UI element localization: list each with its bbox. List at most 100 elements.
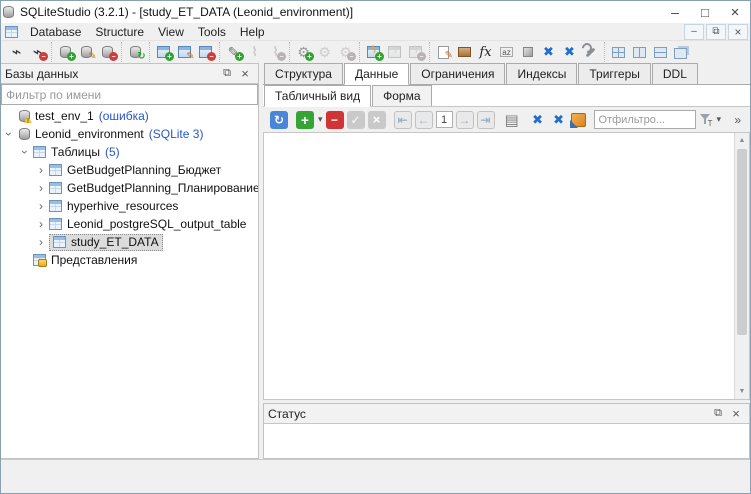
- subtab-Форма[interactable]: Форма: [372, 85, 431, 106]
- data-toolbar-group: [525, 111, 590, 129]
- tree-item-GetBudgetPlanning_Бюджет[interactable]: › GetBudgetPlanning_Бюджет: [1, 161, 258, 179]
- menu-bar: DatabaseStructureViewToolsHelp: [1, 23, 750, 41]
- mdi-restore-button[interactable]: [706, 24, 726, 40]
- remove-database-icon[interactable]: [97, 42, 118, 62]
- tree-item-GetBudgetPlanning_Планированиебюджета[interactable]: ›GetBudgetPlanning_Планированиебюджета: [1, 179, 258, 197]
- detach-icon[interactable]: [265, 42, 286, 62]
- menu-view[interactable]: View: [151, 24, 191, 40]
- filter-funnel-icon[interactable]: [699, 112, 713, 128]
- tree-item-Таблицы[interactable]: ›Таблицы(5): [1, 143, 258, 161]
- tree-item-Leonid_environment[interactable]: ›Leonid_environment(SQLite 3): [1, 125, 258, 143]
- mdi-close-button[interactable]: [728, 24, 748, 40]
- status-close-icon[interactable]: [727, 406, 745, 422]
- fit-columns-icon[interactable]: [529, 111, 547, 129]
- add-function-icon[interactable]: [293, 42, 314, 62]
- toolbar-overflow-icon[interactable]: »: [728, 113, 747, 127]
- insert-row-icon-dropdown-icon[interactable]: ▾: [318, 114, 323, 125]
- tree-expander-icon[interactable]: ›: [2, 126, 16, 142]
- commit-icon[interactable]: [347, 111, 365, 129]
- tab-Ограничения[interactable]: Ограничения: [410, 63, 505, 84]
- tab-Структура[interactable]: Структура: [264, 63, 343, 84]
- tile-windows-icon[interactable]: [538, 42, 559, 62]
- status-float-icon[interactable]: [709, 406, 727, 422]
- tab-Триггеры[interactable]: Триггеры: [578, 63, 651, 84]
- tree-expander-icon[interactable]: ›: [33, 181, 49, 195]
- panel-close-icon[interactable]: [236, 66, 254, 82]
- tab-Индексы[interactable]: Индексы: [506, 63, 577, 84]
- panel-float-icon[interactable]: [218, 66, 236, 82]
- menu-help[interactable]: Help: [233, 24, 272, 40]
- open-sql-editor-icon[interactable]: [433, 42, 454, 62]
- menu-tools[interactable]: Tools: [191, 24, 233, 40]
- extension-manager-icon[interactable]: [517, 42, 538, 62]
- configuration-icon[interactable]: [580, 42, 601, 62]
- scroll-down-icon[interactable]: ▼: [735, 384, 749, 399]
- tree-expander-icon[interactable]: ›: [33, 199, 49, 213]
- tree-item-hyperhive_resources[interactable]: ›hyperhive_resources: [1, 197, 258, 215]
- remove-table-window-icon[interactable]: [195, 42, 216, 62]
- minus-badge: [207, 52, 216, 61]
- tree-item-label: GetBudgetPlanning_Бюджет: [67, 163, 221, 177]
- tree-item-test_env_1[interactable]: test_env_1(ошибка): [1, 107, 258, 125]
- layout-rows-icon[interactable]: [650, 42, 671, 62]
- next-page-icon[interactable]: [456, 111, 474, 129]
- layout-grid-icon[interactable]: [608, 42, 629, 62]
- window-close-button[interactable]: [720, 1, 750, 23]
- layout-cascade-icon[interactable]: [671, 42, 692, 62]
- tree-item-Leonid_postgreSQL_output_table[interactable]: ›Leonid_postgreSQL_output_table: [1, 215, 258, 233]
- tab-DDL[interactable]: DDL: [652, 63, 698, 84]
- collation-editor-icon[interactable]: [496, 42, 517, 62]
- edit-database-icon[interactable]: [76, 42, 97, 62]
- remove-script-window-icon[interactable]: [405, 42, 426, 62]
- refresh-data-icon[interactable]: [270, 111, 288, 129]
- attach-icon[interactable]: [244, 42, 265, 62]
- mdi-taskbar: [1, 459, 750, 493]
- insert-row-icon[interactable]: [296, 111, 314, 129]
- tree-item-Представления[interactable]: Представления: [1, 251, 258, 269]
- layout-columns-icon[interactable]: [629, 42, 650, 62]
- menu-database[interactable]: Database: [23, 24, 88, 40]
- first-page-icon[interactable]: [394, 111, 412, 129]
- edit-script-window-icon[interactable]: [384, 42, 405, 62]
- new-table-window-icon[interactable]: [153, 42, 174, 62]
- refresh-schemas-icon[interactable]: [125, 42, 146, 62]
- filter-input[interactable]: [594, 110, 696, 129]
- function-editor-icon[interactable]: [475, 42, 496, 62]
- window-minimize-button[interactable]: [660, 1, 690, 23]
- connect-database-icon[interactable]: [6, 42, 27, 62]
- window-maximize-button[interactable]: [690, 1, 720, 23]
- rollback-icon[interactable]: [368, 111, 386, 129]
- prev-page-icon[interactable]: [415, 111, 433, 129]
- scroll-up-icon[interactable]: ▲: [735, 133, 749, 148]
- tree-expander-icon[interactable]: ›: [33, 163, 49, 177]
- database-filter-input[interactable]: [1, 84, 258, 105]
- last-page-icon[interactable]: [477, 111, 495, 129]
- tree-expander-icon[interactable]: ›: [18, 144, 32, 160]
- add-link-icon[interactable]: [223, 42, 244, 62]
- new-script-window-icon[interactable]: [363, 42, 384, 62]
- total-rows-icon[interactable]: [571, 113, 586, 127]
- scrollbar-thumb[interactable]: [737, 149, 747, 335]
- fit-rows-icon[interactable]: [550, 111, 568, 129]
- data-toolbar-group: 1: [390, 111, 499, 129]
- page-number-box[interactable]: 1: [436, 111, 453, 128]
- filter-dropdown-icon[interactable]: ▾: [717, 114, 722, 125]
- tree-expander-icon[interactable]: ›: [33, 217, 49, 231]
- tab-Данные[interactable]: Данные: [344, 63, 409, 85]
- delete-row-icon[interactable]: [326, 111, 344, 129]
- add-database-icon[interactable]: [55, 42, 76, 62]
- print-icon[interactable]: [503, 111, 521, 129]
- ddl-history-icon[interactable]: [454, 42, 475, 62]
- tree-item-study_ET_DATA[interactable]: ›study_ET_DATA: [1, 233, 258, 251]
- menu-structure[interactable]: Structure: [88, 24, 151, 40]
- edit-function-icon[interactable]: [314, 42, 335, 62]
- tree-expander-icon[interactable]: ›: [33, 235, 49, 249]
- remove-function-icon[interactable]: [335, 42, 356, 62]
- edit-table-window-icon[interactable]: [174, 42, 195, 62]
- subtab-Табличный вид[interactable]: Табличный вид: [264, 85, 371, 107]
- data-toolbar-group: [266, 111, 292, 129]
- tile-windows-2-icon[interactable]: [559, 42, 580, 62]
- disconnect-database-icon[interactable]: [27, 42, 48, 62]
- grid-vertical-scrollbar[interactable]: ▲ ▼: [734, 133, 749, 399]
- mdi-minimize-button[interactable]: [684, 24, 704, 40]
